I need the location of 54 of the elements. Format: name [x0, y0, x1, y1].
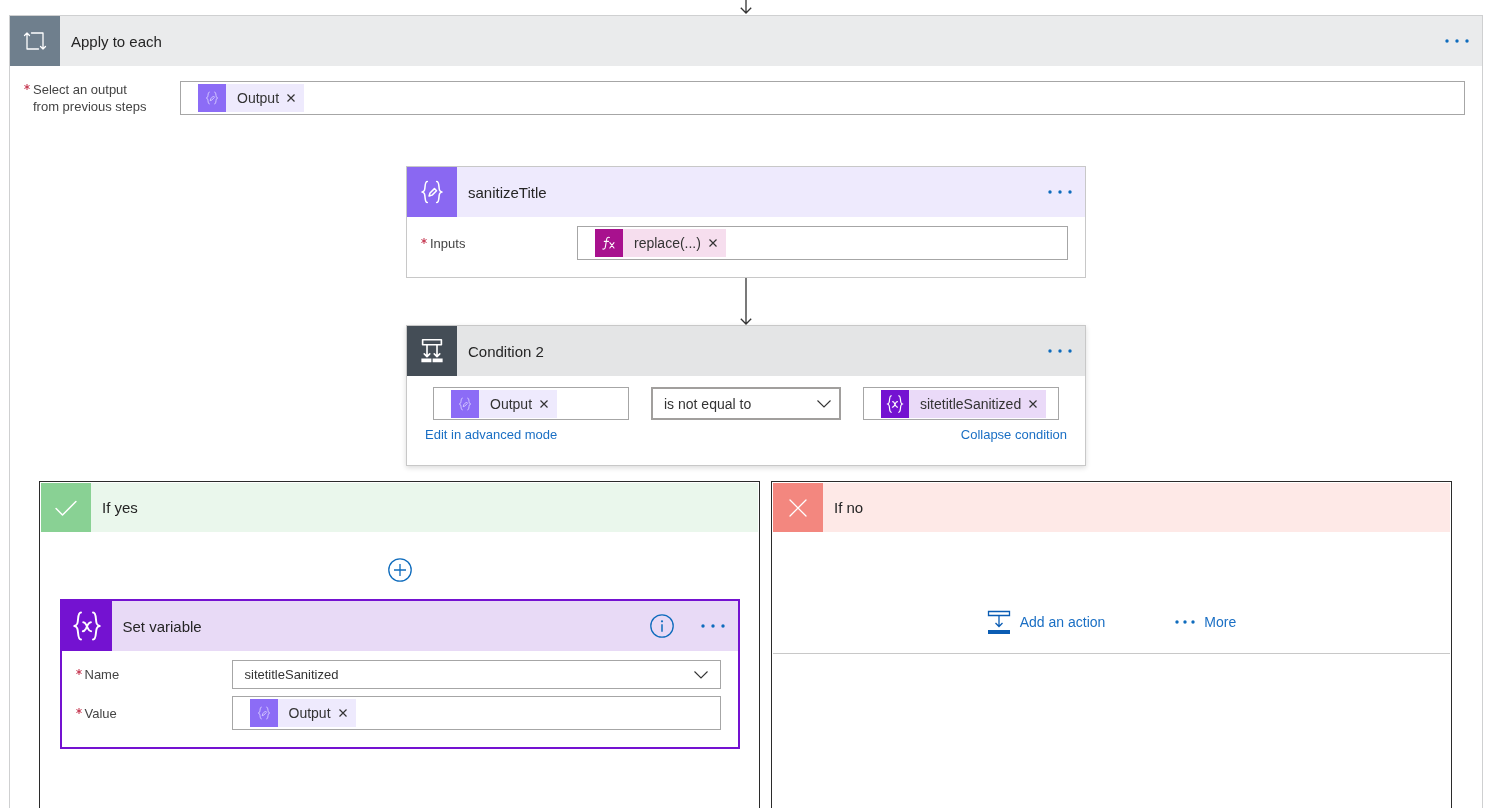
- add-action-button[interactable]: Add an action: [986, 610, 1106, 634]
- token-label: replace(...): [634, 235, 701, 251]
- field-label: Value: [84, 704, 117, 722]
- token-label: sitetitleSanitized: [920, 395, 1022, 412]
- token-label: Output: [288, 705, 331, 721]
- field-label: Inputs: [430, 234, 466, 252]
- connector-arrow: [740, 0, 752, 14]
- chevron-down-icon: [817, 399, 831, 408]
- token-label: Output: [490, 395, 533, 412]
- braces-pencil-icon: [198, 84, 226, 112]
- input-field[interactable]: Output: [180, 81, 1465, 115]
- insert-icon: [986, 610, 1011, 634]
- chevron-down-icon: [693, 670, 708, 679]
- field-label: Select an output from previous steps: [33, 81, 148, 115]
- close-icon[interactable]: [1029, 399, 1038, 408]
- text-link[interactable]: Edit in advanced mode: [425, 427, 558, 443]
- more-icon[interactable]: [1445, 39, 1469, 43]
- more-icon[interactable]: [700, 624, 725, 628]
- token-label: Output: [237, 90, 280, 106]
- card-header[interactable]: Condition 2: [407, 326, 1085, 376]
- variable-icon: [881, 389, 909, 418]
- connector-arrow: [740, 278, 752, 325]
- input-field[interactable]: Output: [433, 387, 629, 420]
- input-field[interactable]: replace(...): [577, 226, 1068, 260]
- plus-icon[interactable]: [387, 558, 412, 582]
- card-header[interactable]: Set variable: [61, 601, 738, 651]
- card-title: Set variable: [122, 617, 202, 635]
- branch-header[interactable]: If yes: [41, 483, 758, 532]
- field-label: Name: [84, 666, 120, 683]
- more-icon: [1175, 620, 1196, 624]
- operator-dropdown[interactable]: is not equal to: [651, 387, 841, 420]
- close-icon[interactable]: [708, 239, 717, 247]
- more-button[interactable]: More: [1175, 610, 1237, 634]
- dropdown[interactable]: sitetitleSanitized: [231, 660, 721, 689]
- branch-header[interactable]: If no: [773, 483, 1450, 532]
- more-icon[interactable]: [1048, 190, 1072, 194]
- card-title: sanitizeTitle: [468, 183, 547, 201]
- close-icon[interactable]: [540, 399, 549, 408]
- card-header[interactable]: Apply to each: [10, 16, 1482, 66]
- braces-pencil-icon: [451, 389, 479, 418]
- close-icon[interactable]: [338, 709, 347, 717]
- input-field[interactable]: Output: [231, 696, 721, 730]
- close-icon[interactable]: [287, 94, 296, 102]
- card-header[interactable]: sanitizeTitle: [407, 167, 1085, 217]
- braces-pencil-icon: [249, 699, 278, 727]
- card-title: Apply to each: [71, 32, 162, 50]
- branch-title: If yes: [102, 499, 138, 516]
- input-field[interactable]: sitetitleSanitized: [863, 387, 1059, 420]
- info-icon[interactable]: [649, 614, 674, 638]
- card-title: Condition 2: [468, 342, 544, 360]
- branch-title: If no: [834, 499, 864, 516]
- text-link[interactable]: Collapse condition: [960, 427, 1067, 443]
- function-icon: [595, 229, 623, 257]
- more-icon[interactable]: [1048, 349, 1072, 353]
